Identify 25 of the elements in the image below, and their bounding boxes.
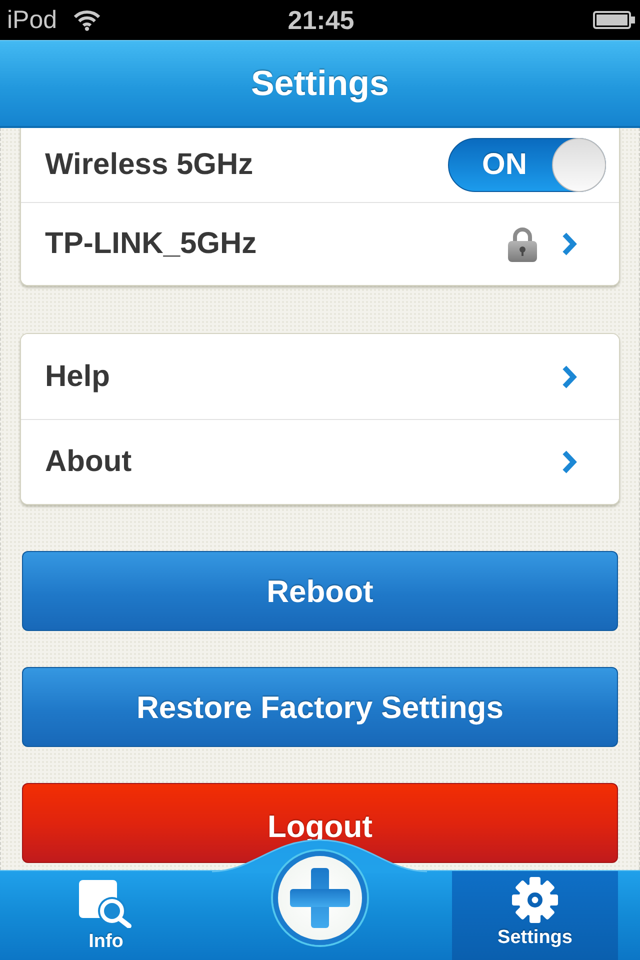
status-time: 21:45 <box>288 7 354 33</box>
carrier-label: iPod <box>7 8 58 32</box>
toggle-switch[interactable]: ON <box>448 138 606 192</box>
plus-icon <box>290 868 350 928</box>
chevron-icon <box>561 231 579 257</box>
row-label: TP-LINK_5GHz <box>45 229 257 259</box>
action-button[interactable]: Reboot <box>22 551 618 631</box>
magnifier-page-icon <box>79 880 133 928</box>
tab-button[interactable]: Info <box>0 871 212 960</box>
gear-icon <box>511 876 559 924</box>
row-label: Help <box>45 362 110 392</box>
settings-row[interactable]: TP-LINK_5GHz <box>21 202 619 285</box>
settings-row[interactable]: About <box>21 419 619 504</box>
row-label: About <box>45 447 132 477</box>
add-button[interactable] <box>273 851 367 945</box>
tab-button[interactable]: Settings <box>452 871 618 960</box>
row-label: Wireless 5GHz <box>45 150 254 180</box>
screen-title: Settings <box>250 66 390 101</box>
wifi-icon <box>72 9 102 31</box>
settings-row[interactable]: Wireless 5GHz ON <box>21 128 619 202</box>
chevron-icon <box>561 364 579 390</box>
settings-row[interactable]: Help <box>21 334 619 419</box>
battery-icon <box>593 11 635 29</box>
action-button[interactable]: Restore Factory Settings <box>22 667 618 747</box>
chevron-icon <box>561 449 579 475</box>
